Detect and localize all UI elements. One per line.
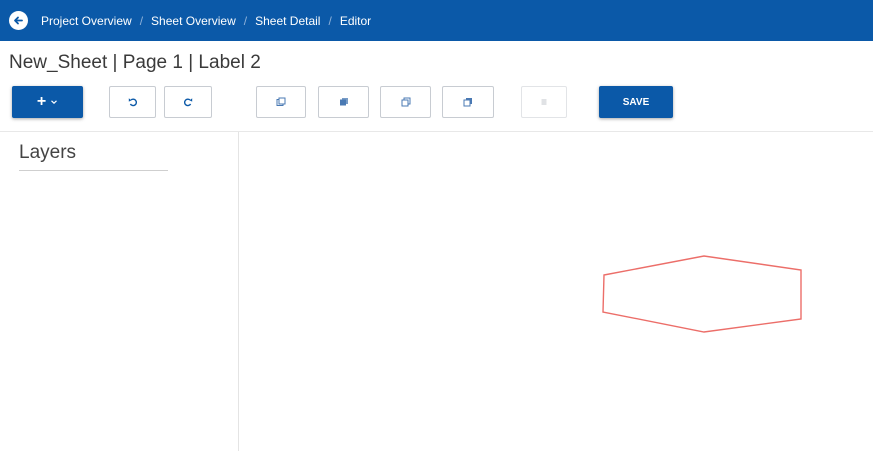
plus-label: + [36,93,47,110]
redo-button[interactable] [164,86,212,118]
breadcrumb-editor: Editor [339,13,372,28]
page-title: New_Sheet | Page 1 | Label 2 [9,52,261,73]
save-button[interactable]: SAVE [599,86,673,118]
copy-icon [276,97,286,106]
breadcrumb-separator: / [243,13,248,28]
editor-canvas[interactable] [239,132,873,451]
hexagon-shape[interactable] [602,255,802,333]
bring-front-button[interactable] [318,86,369,118]
send-back-button[interactable] [442,86,494,118]
caret-down-icon [51,100,58,105]
menu-lines-icon [541,99,547,105]
undo-button[interactable] [109,86,156,118]
breadcrumb-sheet-overview[interactable]: Sheet Overview [151,14,236,28]
copy-layer-button[interactable] [256,86,306,118]
arrow-left-circle-icon [14,16,23,25]
delete-button[interactable] [521,86,567,118]
canvas-svg [602,255,802,333]
layers-panel-title: Layers [19,142,77,163]
frame-icon [463,98,472,107]
breadcrumb-separator: / [328,13,332,28]
layers-title-underline [19,170,168,171]
add-element-button[interactable]: + [12,86,83,118]
breadcrumb-sheet-detail[interactable]: Sheet Detail [255,14,320,28]
duplicate-icon [401,97,410,107]
breadcrumb-separator: / [139,13,144,28]
breadcrumb-project-overview[interactable]: Project Overview [41,14,132,28]
breadcrumb: Project Overview / Sheet Overview / Shee… [41,0,371,41]
layer-filled-icon [339,98,348,106]
back-button[interactable] [9,11,28,30]
redo-icon [183,98,193,107]
duplicate-button[interactable] [380,86,431,118]
top-navigation-bar: Project Overview / Sheet Overview / Shee… [0,0,873,41]
undo-icon [128,98,137,107]
